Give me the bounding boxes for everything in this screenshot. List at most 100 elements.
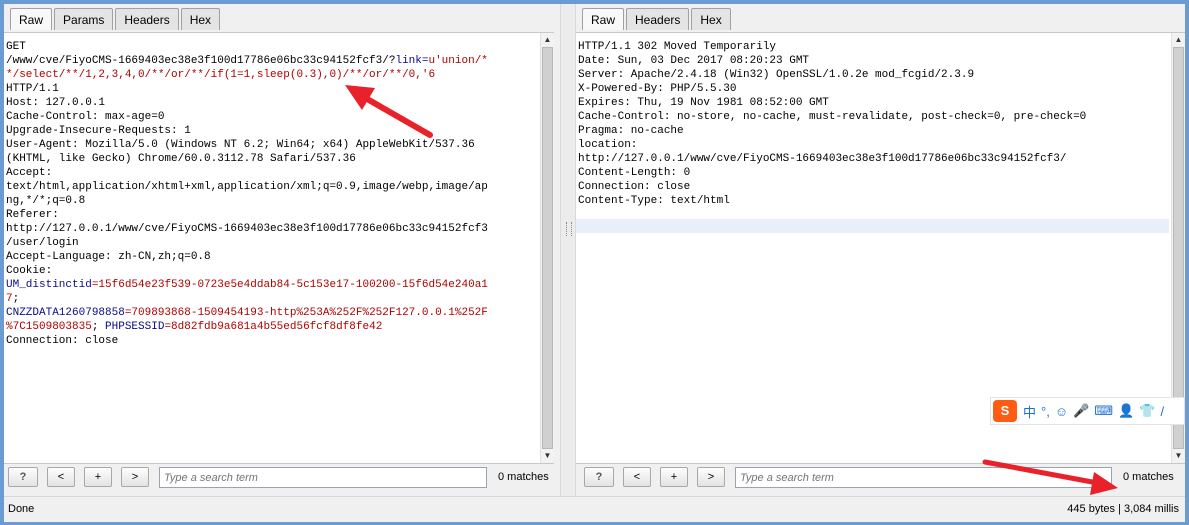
burp-repeater-window: Raw Params Headers Hex GET/www/cve/FiyoC… [4, 4, 1185, 522]
text-segment: GET [6, 41, 26, 53]
text-segment: ; [91, 321, 106, 333]
scroll-up-icon[interactable]: ▲ [1172, 33, 1185, 47]
tab-raw[interactable]: Raw [582, 8, 625, 30]
request-editor[interactable]: GET/www/cve/FiyoCMS-1669403ec38e3f100d17… [4, 32, 554, 464]
text-segment: %7C1509803835 [6, 321, 92, 333]
text-segment: (KHTML, like Gecko) Chrome/60.0.3112.78 … [6, 153, 356, 165]
text-line[interactable]: /user/login [6, 236, 538, 250]
pane-splitter[interactable] [560, 4, 576, 496]
text-line[interactable]: */select/**/1,2,3,4,0/**/or/**/if(1=1,sl… [6, 68, 538, 82]
request-scrollbar[interactable]: ▲ ▼ [540, 33, 554, 463]
splitter-grip-icon[interactable] [566, 222, 572, 236]
text-line[interactable]: Content-Type: text/html [578, 194, 1169, 208]
tab-headers[interactable]: Headers [626, 8, 690, 30]
scroll-down-icon[interactable]: ▼ [541, 449, 554, 463]
tools-icon[interactable]: / [1160, 404, 1164, 419]
text-line[interactable]: Expires: Thu, 19 Nov 1981 08:52:00 GMT [578, 96, 1169, 110]
status-text: Done [8, 503, 35, 515]
text-line[interactable]: HTTP/1.1 [6, 82, 538, 96]
text-line[interactable]: Connection: close [578, 180, 1169, 194]
next-button[interactable]: > [121, 467, 149, 487]
tab-hex[interactable]: Hex [180, 8, 221, 30]
text-line[interactable]: Referer: [6, 208, 538, 222]
text-line[interactable]: (KHTML, like Gecko) Chrome/60.0.3112.78 … [6, 152, 538, 166]
text-segment: 7 [6, 293, 13, 305]
tab-hex[interactable]: Hex [691, 8, 731, 30]
text-line[interactable]: http://127.0.0.1/www/cve/FiyoCMS-1669403… [578, 152, 1169, 166]
text-line[interactable]: Date: Sun, 03 Dec 2017 08:20:23 GMT [578, 54, 1169, 68]
tab-params[interactable]: Params [54, 8, 114, 30]
match-count: 0 matches [1123, 471, 1174, 483]
keyboard-icon[interactable]: ⌨ [1094, 403, 1113, 419]
text-segment: Content-Length: 0 [578, 167, 691, 179]
text-line[interactable]: text/html,application/xhtml+xml,applicat… [6, 180, 538, 194]
text-segment: /user/login [6, 237, 79, 249]
text-line[interactable]: Content-Length: 0 [578, 166, 1169, 180]
text-line[interactable]: Upgrade-Insecure-Requests: 1 [6, 124, 538, 138]
tab-raw[interactable]: Raw [10, 8, 53, 30]
add-button[interactable]: + [84, 467, 112, 487]
text-line[interactable]: HTTP/1.1 302 Moved Temporarily [578, 40, 1169, 54]
sogou-logo-icon[interactable]: S [993, 400, 1017, 422]
search-input[interactable] [735, 467, 1112, 488]
microphone-icon[interactable]: 🎤 [1073, 403, 1089, 419]
request-text[interactable]: GET/www/cve/FiyoCMS-1669403ec38e3f100d17… [6, 40, 538, 348]
text-line[interactable]: Accept-Language: zh-CN,zh;q=0.8 [6, 250, 538, 264]
text-line[interactable]: Connection: close [6, 334, 538, 348]
text-line[interactable]: %7C1509803835; PHPSESSID=8d82fdb9a681a4b… [6, 320, 538, 334]
text-segment: Cache-Control: no-store, no-cache, must-… [578, 111, 1087, 123]
text-segment: =15f6d54e23f539-0723e5e4ddab84-5c153e17-… [91, 279, 488, 291]
help-button[interactable]: ? [584, 467, 614, 487]
text-line[interactable]: GET [6, 40, 538, 54]
request-pane: Raw Params Headers Hex GET/www/cve/FiyoC… [4, 4, 560, 496]
text-line[interactable]: /www/cve/FiyoCMS-1669403ec38e3f100d17786… [6, 54, 538, 68]
help-button[interactable]: ? [8, 467, 38, 487]
chinese-mode-icon[interactable]: 中 [1023, 402, 1036, 421]
text-line[interactable] [578, 208, 1169, 222]
text-line[interactable]: Host: 127.0.0.1 [6, 96, 538, 110]
previous-button[interactable]: < [623, 467, 651, 487]
response-stats: 445 bytes | 3,084 millis [1067, 503, 1179, 515]
text-segment: Date: Sun, 03 Dec 2017 08:20:23 GMT [578, 55, 810, 67]
previous-button[interactable]: < [47, 467, 75, 487]
text-line[interactable]: Pragma: no-cache [578, 124, 1169, 138]
next-button[interactable]: > [697, 467, 725, 487]
add-button[interactable]: + [660, 467, 688, 487]
text-segment: text/html,application/xhtml+xml,applicat… [6, 181, 488, 193]
text-line[interactable]: http://127.0.0.1/www/cve/FiyoCMS-1669403… [6, 222, 538, 236]
scroll-thumb[interactable] [1173, 47, 1184, 449]
text-line[interactable]: Server: Apache/2.4.18 (Win32) OpenSSL/1.… [578, 68, 1169, 82]
scroll-up-icon[interactable]: ▲ [541, 33, 554, 47]
status-bar: Done 445 bytes | 3,084 millis [4, 496, 1185, 522]
text-line[interactable]: Cache-Control: no-store, no-cache, must-… [578, 110, 1169, 124]
text-line[interactable]: location: [578, 138, 1169, 152]
text-segment: ; [12, 293, 20, 305]
text-segment: Upgrade-Insecure-Requests: 1 [6, 125, 191, 137]
text-line[interactable]: X-Powered-By: PHP/5.5.30 [578, 82, 1169, 96]
text-segment: X-Powered-By: PHP/5.5.30 [578, 83, 737, 95]
scroll-thumb[interactable] [542, 47, 553, 449]
user-icon[interactable]: 👤 [1118, 403, 1134, 419]
response-text[interactable]: HTTP/1.1 302 Moved Temporarily Date: Sun,… [578, 40, 1169, 222]
text-line[interactable]: Cookie: [6, 264, 538, 278]
emoji-icon[interactable]: ☺ [1055, 404, 1068, 419]
search-input[interactable] [159, 467, 487, 488]
text-line[interactable]: Accept: [6, 166, 538, 180]
text-segment: Cookie: [6, 265, 53, 277]
text-line[interactable]: UM_distinctid=15f6d54e23f539-0723e5e4dda… [6, 278, 538, 292]
text-line[interactable]: User-Agent: Mozilla/5.0 (Windows NT 6.2;… [6, 138, 538, 152]
text-line[interactable]: ng,*/*;q=0.8 [6, 194, 538, 208]
scroll-down-icon[interactable]: ▼ [1172, 449, 1185, 463]
punctuation-icon[interactable]: °, [1041, 404, 1050, 419]
text-segment: */select/**/1,2,3,4,0/**/or/**/if(1=1,sl… [6, 69, 436, 81]
skin-icon[interactable]: 👕 [1139, 403, 1155, 419]
ime-toolbar[interactable]: S 中 °, ☺ 🎤 ⌨ 👤 👕 / [990, 397, 1185, 425]
text-segment: CNZZDATA1260798858 [6, 307, 125, 319]
text-segment: =709893868-1509454193-http%253A%252F%252… [124, 307, 488, 319]
text-line[interactable]: Cache-Control: max-age=0 [6, 110, 538, 124]
text-line[interactable]: 7; [6, 292, 538, 306]
text-segment: http://127.0.0.1/www/cve/FiyoCMS-1669403… [6, 223, 488, 235]
text-segment: User-Agent: Mozilla/5.0 (Windows NT 6.2;… [6, 139, 475, 151]
tab-headers[interactable]: Headers [115, 8, 179, 30]
text-line[interactable]: CNZZDATA1260798858=709893868-1509454193-… [6, 306, 538, 320]
